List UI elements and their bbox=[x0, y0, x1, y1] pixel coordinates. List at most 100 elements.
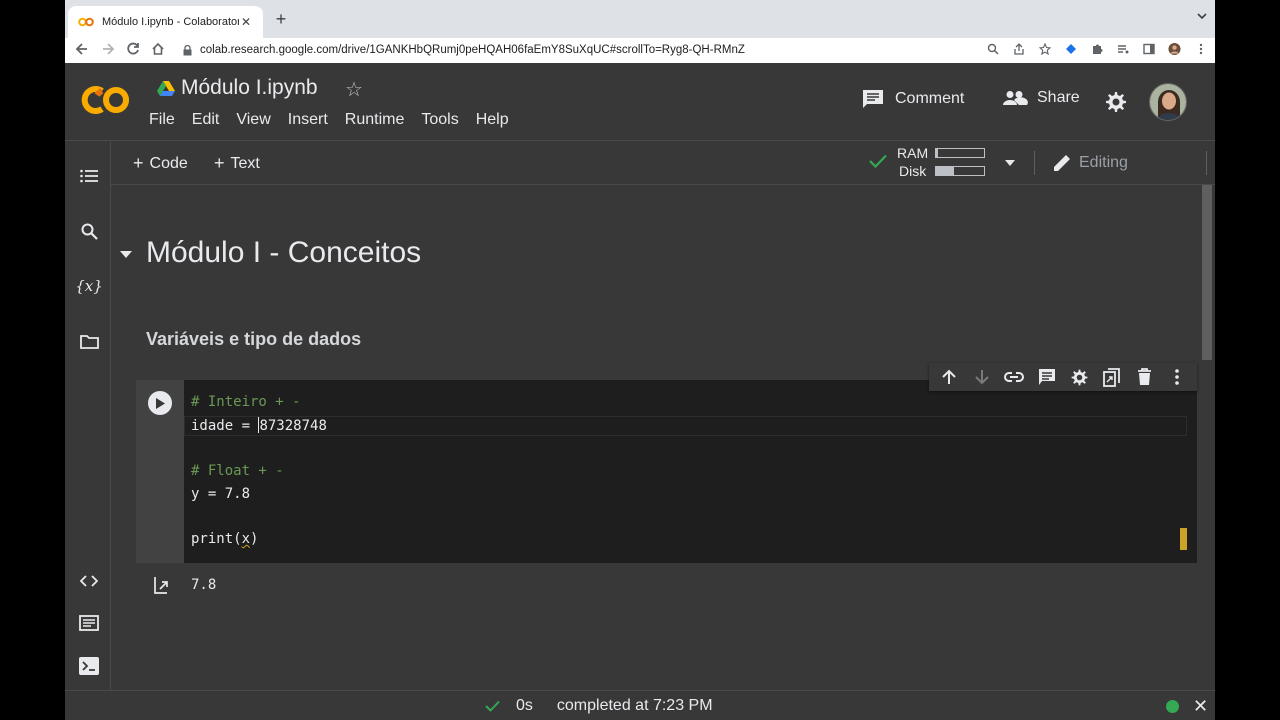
extensions-puzzle-icon[interactable] bbox=[1090, 42, 1103, 55]
play-icon bbox=[156, 397, 165, 409]
share-page-icon[interactable] bbox=[1012, 42, 1025, 55]
reading-list-icon[interactable] bbox=[1116, 42, 1129, 55]
scrollbar-thumb[interactable] bbox=[1202, 185, 1212, 360]
code-line-1: # Inteiro + - bbox=[191, 394, 301, 410]
gear-icon[interactable] bbox=[1104, 90, 1128, 114]
status-close-icon[interactable]: ✕ bbox=[1193, 696, 1208, 717]
comment-label: Comment bbox=[895, 90, 965, 107]
pencil-icon bbox=[1054, 155, 1070, 171]
plus-icon: + bbox=[214, 153, 225, 173]
star-icon[interactable]: ☆ bbox=[345, 77, 363, 102]
reload-icon[interactable] bbox=[120, 42, 146, 59]
menu-file[interactable]: File bbox=[149, 111, 175, 129]
more-options-icon[interactable] bbox=[1166, 366, 1188, 388]
colab-header: Módulo I.ipynb ☆ File Edit View Insert R… bbox=[65, 63, 1215, 141]
terminal-icon[interactable] bbox=[78, 655, 100, 677]
comment-button[interactable]: Comment bbox=[862, 89, 964, 109]
menu-insert[interactable]: Insert bbox=[288, 111, 328, 129]
bookmark-star-icon[interactable] bbox=[1038, 42, 1051, 55]
table-of-contents-icon[interactable] bbox=[78, 165, 100, 187]
share-button[interactable]: Share bbox=[1002, 89, 1080, 107]
profile-avatar-icon[interactable] bbox=[1168, 42, 1181, 55]
menu-help[interactable]: Help bbox=[476, 111, 509, 129]
lint-warning-marker bbox=[1180, 528, 1187, 550]
execution-status: 0s completed at 7:23 PM bbox=[485, 697, 713, 715]
status-check-icon bbox=[485, 700, 500, 712]
notebook-content: Módulo I - Conceitos Variáveis e tipo de… bbox=[111, 185, 1201, 690]
tab-title: Módulo I.ipynb - Colaboratory bbox=[102, 16, 239, 28]
code-editor[interactable]: # Inteiro + - idade = 87328748 # Float +… bbox=[184, 380, 1197, 563]
variables-icon[interactable]: {x} bbox=[75, 275, 103, 297]
code-line-4: # Float + - bbox=[191, 463, 284, 479]
run-cell-button[interactable] bbox=[148, 391, 172, 415]
menu-bar: File Edit View Insert Runtime Tools Help bbox=[149, 111, 509, 129]
mirror-cell-icon[interactable] bbox=[1101, 366, 1123, 388]
output-clear-icon[interactable] bbox=[152, 576, 170, 594]
section-heading: Módulo I - Conceitos bbox=[146, 236, 422, 269]
home-icon[interactable] bbox=[145, 42, 171, 59]
search-icon[interactable] bbox=[78, 220, 100, 242]
execution-message: completed at 7:23 PM bbox=[556, 697, 713, 714]
move-down-arrow-icon[interactable] bbox=[971, 366, 993, 388]
tab-strip: Módulo I.ipynb - Colaboratory ✕ + bbox=[65, 0, 1215, 38]
code-snippets-icon[interactable] bbox=[78, 570, 100, 592]
folder-icon[interactable] bbox=[78, 330, 100, 352]
tab-search-chevron-icon[interactable] bbox=[1197, 12, 1207, 23]
editing-mode-button[interactable]: Editing bbox=[1053, 153, 1128, 172]
browser-tab[interactable]: Módulo I.ipynb - Colaboratory ✕ bbox=[68, 6, 263, 38]
share-label: Share bbox=[1037, 89, 1080, 106]
left-sidebar: {x} bbox=[65, 141, 111, 690]
add-code-button[interactable]: + Code bbox=[133, 153, 188, 174]
user-avatar[interactable] bbox=[1149, 83, 1187, 121]
colab-logo-icon[interactable] bbox=[81, 83, 131, 117]
chevron-down-icon[interactable] bbox=[1005, 160, 1015, 166]
link-icon[interactable] bbox=[1003, 366, 1025, 388]
add-comment-icon[interactable] bbox=[1036, 366, 1058, 388]
notebook-scrollbar[interactable] bbox=[1201, 185, 1215, 690]
menu-view[interactable]: View bbox=[236, 111, 270, 129]
cell-output: 7.8 bbox=[136, 563, 1197, 606]
code-int-value: 87328748 bbox=[259, 418, 327, 434]
menu-runtime[interactable]: Runtime bbox=[345, 111, 405, 129]
move-up-arrow-icon[interactable] bbox=[938, 366, 960, 388]
forward-arrow-icon[interactable] bbox=[95, 42, 121, 59]
browser-menu-icon[interactable] bbox=[1194, 42, 1207, 55]
code-line-5: y = 7.8 bbox=[191, 486, 251, 502]
code-cell[interactable]: # Inteiro + - idade = 87328748 # Float +… bbox=[136, 380, 1197, 606]
add-text-label: Text bbox=[230, 154, 260, 172]
side-panel-icon[interactable] bbox=[1142, 42, 1155, 55]
people-icon bbox=[1003, 91, 1028, 105]
connected-check-icon bbox=[869, 154, 887, 168]
code-print-call: print( bbox=[191, 531, 242, 547]
editing-label: Editing bbox=[1079, 153, 1128, 171]
url-field[interactable]: colab.research.google.com/drive/1GANKHbQ… bbox=[175, 39, 1053, 61]
delete-trash-icon[interactable] bbox=[1133, 366, 1155, 388]
cell-settings-gear-icon[interactable] bbox=[1068, 366, 1090, 388]
toolbar-divider bbox=[1206, 151, 1207, 175]
tab-close-icon[interactable]: ✕ bbox=[239, 15, 253, 29]
code-close-paren: ) bbox=[250, 531, 259, 547]
zoom-icon[interactable] bbox=[986, 42, 999, 55]
cell-toolbar bbox=[929, 363, 1197, 391]
menu-edit[interactable]: Edit bbox=[192, 111, 220, 129]
notebook-title[interactable]: Módulo I.ipynb bbox=[157, 76, 318, 100]
new-tab-button[interactable]: + bbox=[271, 9, 291, 30]
extension-diamond-icon[interactable] bbox=[1064, 42, 1077, 55]
google-drive-icon bbox=[157, 81, 175, 96]
address-bar-row: colab.research.google.com/drive/1GANKHbQ… bbox=[65, 38, 1215, 63]
toolbar-divider bbox=[1034, 151, 1035, 175]
notebook-title-text: Módulo I.ipynb bbox=[181, 76, 318, 99]
browser-actions bbox=[986, 42, 1207, 55]
back-arrow-icon[interactable] bbox=[69, 42, 95, 59]
comment-icon bbox=[863, 90, 883, 108]
code-line-7: print(x) bbox=[191, 531, 258, 547]
status-bar: 0s completed at 7:23 PM ✕ bbox=[65, 690, 1215, 720]
add-text-button[interactable]: + Text bbox=[214, 153, 260, 174]
menu-tools[interactable]: Tools bbox=[421, 111, 458, 129]
command-palette-icon[interactable] bbox=[78, 612, 100, 634]
notebook-toolbar: + Code + Text RAM Disk Editing bbox=[111, 141, 1215, 185]
collapse-section-icon[interactable] bbox=[120, 251, 132, 258]
plus-icon: + bbox=[133, 153, 144, 173]
ram-usage-bar bbox=[935, 148, 985, 158]
output-text: 7.8 bbox=[191, 577, 217, 593]
